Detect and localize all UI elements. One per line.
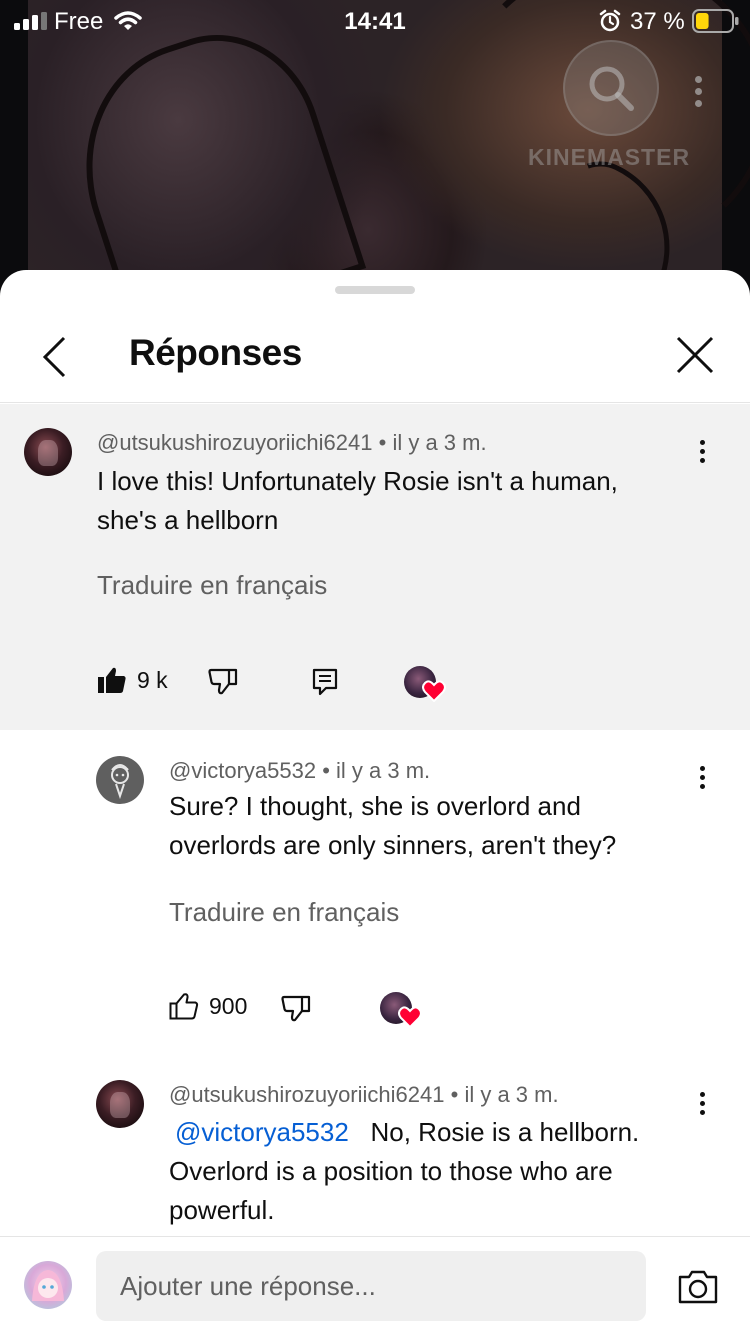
comment-author[interactable]: @utsukushirozuyoriichi6241	[169, 1082, 444, 1107]
back-chevron-icon	[42, 336, 66, 378]
like-count: 900	[209, 992, 248, 1019]
comment-text: @victorya5532 No, Rosie is a hellborn. O…	[169, 1117, 640, 1225]
my-avatar	[24, 1261, 72, 1309]
dislike-button[interactable]	[208, 668, 238, 696]
comment-time: il y a 3 m.	[392, 430, 487, 455]
avatar[interactable]	[96, 1080, 144, 1128]
avatar[interactable]	[24, 428, 72, 476]
translate-link[interactable]: Traduire en français	[97, 570, 327, 601]
reply-composer	[0, 1236, 750, 1334]
replies-sheet: Réponses @utsukushirozuyoriichi6241 • il…	[0, 270, 750, 1334]
video-player[interactable]: KINEMASTER	[0, 0, 750, 300]
more-vertical-icon[interactable]	[686, 76, 710, 112]
comment-text: I love this! Unfortunately Rosie isn't a…	[97, 466, 618, 535]
watermark: KINEMASTER	[528, 144, 691, 170]
alarm-icon	[599, 9, 621, 32]
dislike-button[interactable]	[281, 995, 311, 1023]
comment-meta: @utsukushirozuyoriichi6241 • il y a 3 m.	[97, 430, 487, 455]
mention-link[interactable]: @victorya5532	[175, 1117, 349, 1147]
like-button[interactable]: 9 k	[97, 666, 168, 694]
like-count: 9 k	[137, 666, 168, 693]
parent-comment: @utsukushirozuyoriichi6241 • il y a 3 m.…	[0, 404, 750, 730]
comment-time: il y a 3 m.	[336, 758, 431, 783]
sheet-header: Réponses	[0, 310, 750, 403]
reply-input[interactable]	[96, 1251, 646, 1321]
close-button[interactable]	[672, 332, 718, 378]
comment-menu-button[interactable]	[692, 1092, 712, 1122]
page-title: Réponses	[129, 332, 302, 373]
search-icon[interactable]	[563, 40, 659, 136]
back-button[interactable]	[30, 332, 80, 382]
status-bar: Free 14:41 37 %	[0, 0, 750, 40]
thumb-down-icon	[281, 995, 311, 1022]
comment-time: il y a 3 m.	[464, 1082, 559, 1107]
camera-icon	[678, 1270, 718, 1304]
comment-text: Sure? I thought, she is overlord and ove…	[169, 791, 617, 860]
like-button[interactable]: 900	[169, 992, 247, 1020]
avatar[interactable]	[96, 756, 144, 804]
heart-icon	[398, 1006, 422, 1028]
heart-icon	[422, 680, 446, 702]
reply-button[interactable]	[312, 668, 338, 696]
thumb-up-icon	[169, 993, 199, 1020]
battery-percent: 37 %	[630, 8, 685, 35]
comment-meta: @victorya5532 • il y a 3 m.	[169, 758, 431, 783]
battery-icon	[692, 9, 739, 33]
translate-link[interactable]: Traduire en français	[169, 897, 399, 928]
comment-meta: @utsukushirozuyoriichi6241 • il y a 3 m.	[169, 1082, 559, 1107]
close-icon	[676, 336, 714, 374]
comment-menu-button[interactable]	[692, 766, 712, 796]
comment-icon	[312, 668, 338, 696]
camera-button[interactable]	[674, 1263, 722, 1311]
comment-author[interactable]: @victorya5532	[169, 758, 316, 783]
comment-author[interactable]: @utsukushirozuyoriichi6241	[97, 430, 372, 455]
comment-menu-button[interactable]	[692, 440, 712, 470]
thumb-down-icon	[208, 668, 238, 695]
thumb-up-filled-icon	[98, 667, 126, 693]
drag-handle[interactable]	[335, 286, 415, 294]
avatar-drawing	[111, 764, 129, 800]
